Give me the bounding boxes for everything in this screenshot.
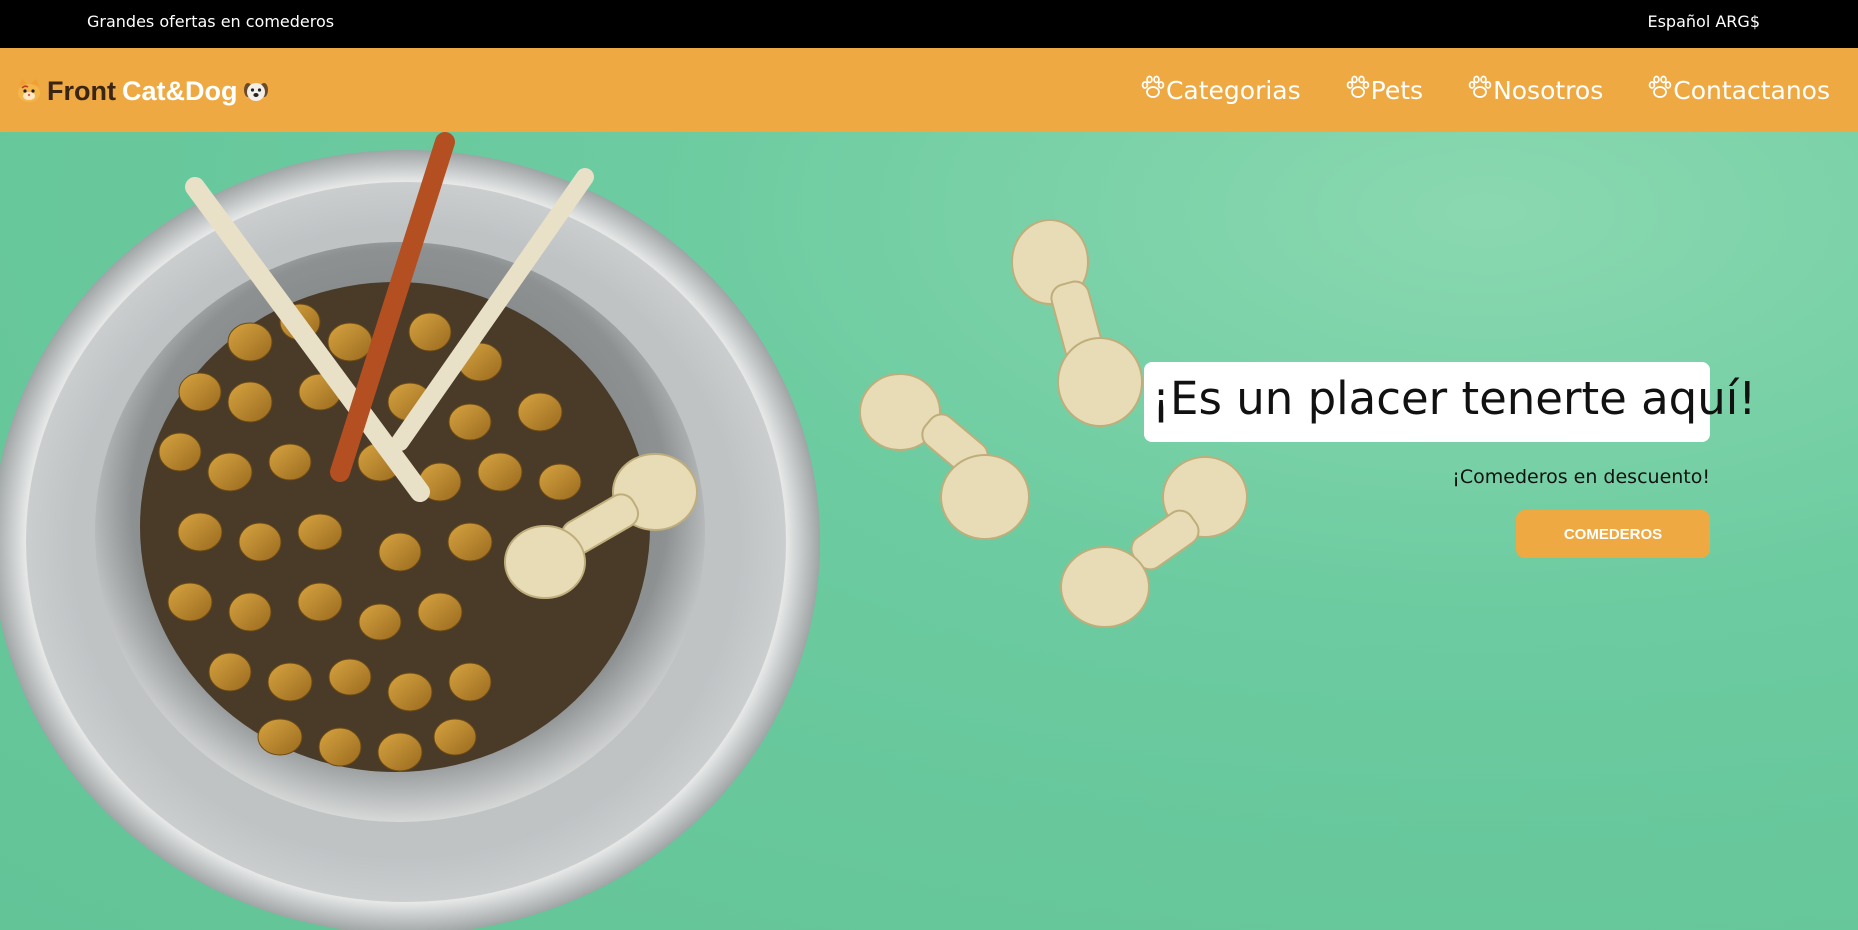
nav-label: Pets — [1370, 76, 1424, 105]
brand-logo[interactable]: Front Cat&Dog — [16, 74, 269, 108]
hero-subtitle: ¡Comederos en descuento! — [1452, 466, 1710, 488]
nav-item-contactanos[interactable]: Contactanos — [1647, 74, 1830, 108]
paw-icon — [1141, 75, 1165, 98]
main-nav: Categorias Pets Nosotros Contactanos — [1140, 74, 1830, 108]
paw-icon — [1468, 75, 1492, 98]
brand-word-front: Front — [47, 75, 116, 106]
cat-face-icon — [18, 79, 40, 102]
hero-headline: ¡Es un placer tenerte aquí! — [1152, 372, 1757, 425]
locale-currency-selector[interactable]: Español ARG$ — [1647, 12, 1760, 31]
nav-item-categorias[interactable]: Categorias — [1140, 74, 1301, 108]
nav-item-nosotros[interactable]: Nosotros — [1467, 74, 1603, 108]
promo-text: Grandes ofertas en comederos — [87, 12, 335, 31]
comederos-button[interactable]: COMEDEROS — [1516, 510, 1710, 558]
paw-icon — [1648, 75, 1672, 98]
nav-item-pets[interactable]: Pets — [1345, 74, 1423, 108]
main-navbar: Front Cat&Dog Categorias Pets Nosotros C… — [0, 48, 1858, 132]
food-bowl-image — [0, 132, 820, 930]
dog-face-icon — [244, 83, 269, 101]
nav-label: Nosotros — [1493, 76, 1604, 105]
nav-label: Contactanos — [1673, 76, 1830, 105]
paw-icon — [1346, 75, 1369, 98]
hero-banner: ¡Es un placer tenerte aquí! ¡Comederos e… — [0, 132, 1858, 930]
brand-word-catdog: Cat&Dog — [121, 75, 238, 106]
nav-label: Categorias — [1165, 76, 1301, 105]
top-promo-bar: Grandes ofertas en comederos Español ARG… — [0, 0, 1858, 48]
